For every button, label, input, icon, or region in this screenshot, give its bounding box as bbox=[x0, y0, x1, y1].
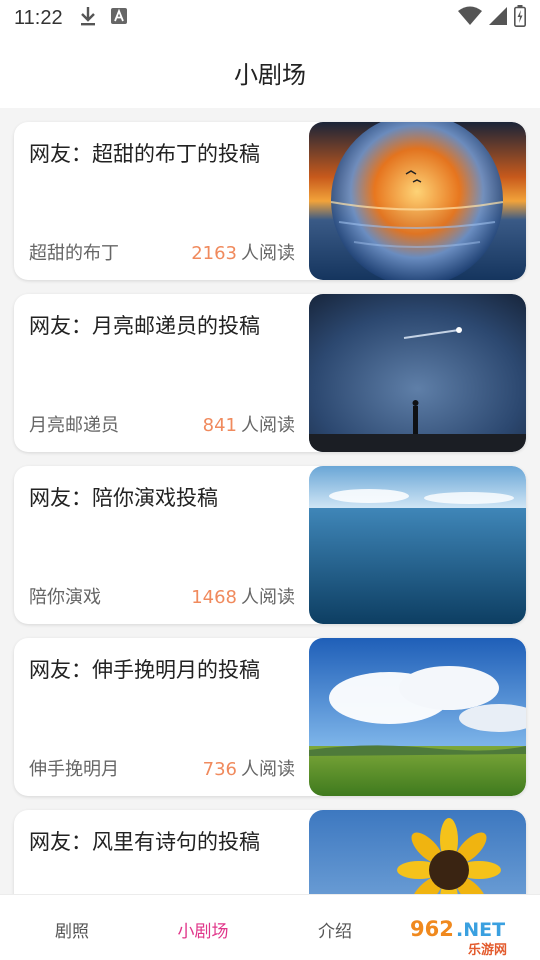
svg-text:乐游网: 乐游网 bbox=[468, 942, 507, 958]
story-thumbnail[interactable] bbox=[309, 466, 526, 624]
read-count: 736 bbox=[202, 759, 237, 780]
read-count: 841 bbox=[202, 415, 237, 436]
story-thumbnail[interactable] bbox=[309, 638, 526, 796]
signal-icon bbox=[488, 6, 508, 30]
story-feed[interactable]: 网友：超甜的布丁的投稿 超甜的布丁 2163 人阅读 网友：月亮邮递员的投稿 月… bbox=[0, 108, 540, 894]
read-count-label: 1468 人阅读 bbox=[191, 583, 295, 609]
story-title: 网友：风里有诗句的投稿 bbox=[29, 830, 260, 854]
text-a-icon bbox=[110, 8, 127, 28]
story-thumbnail[interactable] bbox=[309, 810, 526, 894]
svg-text:962: 962 bbox=[410, 917, 454, 941]
story-card[interactable]: 网友：陪你演戏投稿 陪你演戏 1468 人阅读 bbox=[14, 466, 526, 624]
story-title: 网友：超甜的布丁的投稿 bbox=[29, 142, 260, 166]
story-author: 陪你演戏 bbox=[29, 587, 101, 608]
read-count-label: 841 人阅读 bbox=[203, 411, 295, 437]
page-title: 小剧场 bbox=[234, 60, 306, 89]
site-watermark-logo: 962 .NET 乐游网 bbox=[404, 912, 532, 958]
read-count: 1468 bbox=[191, 587, 237, 608]
read-suffix: 人阅读 bbox=[241, 415, 295, 436]
status-time: 11:22 bbox=[14, 6, 63, 29]
battery-icon bbox=[514, 5, 526, 31]
status-bar: 11:22 bbox=[0, 0, 540, 36]
status-notification-icons bbox=[79, 5, 127, 31]
story-card[interactable]: 网友：伸手挽明月的投稿 伸手挽明月 736 人阅读 bbox=[14, 638, 526, 796]
svg-text:.NET: .NET bbox=[456, 919, 505, 941]
tab-theater[interactable]: 小剧场 bbox=[178, 917, 229, 942]
story-title: 网友：陪你演戏投稿 bbox=[29, 486, 218, 510]
story-thumbnail[interactable] bbox=[309, 122, 526, 280]
read-suffix: 人阅读 bbox=[241, 587, 295, 608]
story-title: 网友：月亮邮递员的投稿 bbox=[29, 314, 260, 338]
app-header: 小剧场 bbox=[0, 36, 540, 108]
tab-intro[interactable]: 介绍 bbox=[318, 917, 352, 942]
download-icon bbox=[79, 5, 97, 31]
read-suffix: 人阅读 bbox=[241, 759, 295, 780]
story-thumbnail[interactable] bbox=[309, 294, 526, 452]
story-author: 超甜的布丁 bbox=[29, 243, 119, 264]
story-card[interactable]: 网友：风里有诗句的投稿 bbox=[14, 810, 526, 894]
story-author: 月亮邮递员 bbox=[29, 415, 119, 436]
story-card[interactable]: 网友：月亮邮递员的投稿 月亮邮递员 841 人阅读 bbox=[14, 294, 526, 452]
read-count: 2163 bbox=[191, 243, 237, 264]
story-title: 网友：伸手挽明月的投稿 bbox=[29, 658, 260, 682]
wifi-icon bbox=[458, 6, 482, 30]
story-card[interactable]: 网友：超甜的布丁的投稿 超甜的布丁 2163 人阅读 bbox=[14, 122, 526, 280]
read-count-label: 2163 人阅读 bbox=[191, 239, 295, 265]
read-suffix: 人阅读 bbox=[241, 243, 295, 264]
read-count-label: 736 人阅读 bbox=[203, 755, 295, 781]
status-system-icons bbox=[458, 5, 526, 31]
story-author: 伸手挽明月 bbox=[29, 759, 119, 780]
tab-stills[interactable]: 剧照 bbox=[55, 917, 89, 942]
